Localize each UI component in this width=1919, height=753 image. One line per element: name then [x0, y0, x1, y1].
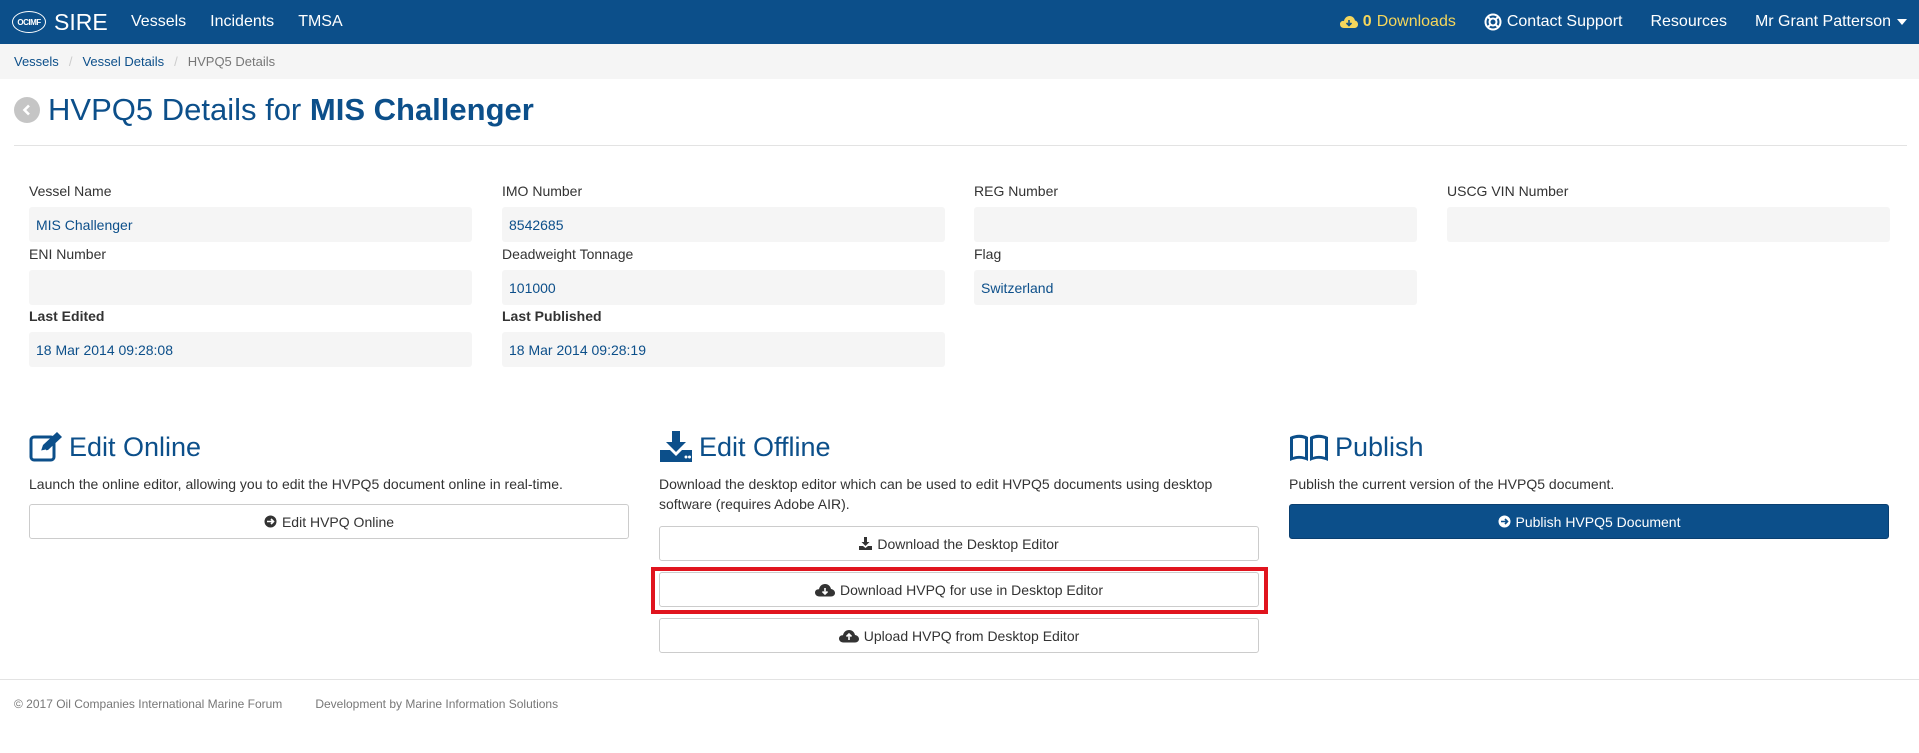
download-icon	[660, 431, 692, 462]
edit-offline-heading: Edit Offline	[659, 431, 831, 463]
nav-tmsa[interactable]: TMSA	[298, 13, 342, 31]
breadcrumb-separator: /	[68, 54, 73, 69]
edit-icon	[29, 432, 62, 462]
imo-number-value: 8542685	[502, 207, 945, 242]
contact-support-link[interactable]: Contact Support	[1484, 13, 1623, 31]
contact-support-label: Contact Support	[1506, 13, 1623, 30]
circle-arrow-right-icon	[264, 515, 277, 528]
caret-down-icon	[1897, 19, 1907, 25]
upload-hvpq-button[interactable]: Upload HVPQ from Desktop Editor	[659, 618, 1259, 653]
footer-copyright: © 2017 Oil Companies International Marin…	[14, 697, 283, 711]
footer: © 2017 Oil Companies International Marin…	[14, 697, 591, 711]
edit-online-heading: Edit Online	[29, 431, 201, 463]
publish-title: Publish	[1335, 431, 1424, 462]
breadcrumb: Vessels / Vessel Details / HVPQ5 Details	[0, 44, 1919, 79]
page-title-text: HVPQ5 Details for MIS Challenger	[48, 92, 534, 128]
book-icon	[1290, 434, 1328, 461]
vessel-name-label: Vessel Name	[29, 183, 112, 199]
title-prefix: HVPQ5 Details for	[48, 92, 302, 127]
edit-offline-desc-line2: software (requires Adobe AIR).	[659, 496, 850, 512]
edit-online-title: Edit Online	[69, 431, 202, 462]
brand-name: SIRE	[54, 8, 108, 35]
flag-value: Switzerland	[974, 270, 1417, 305]
back-arrow-icon[interactable]	[14, 97, 40, 123]
edit-offline-description: Download the desktop editor which can be…	[659, 474, 1212, 514]
download-desktop-editor-label: Download the Desktop Editor	[877, 535, 1059, 552]
publish-hvpq5-label: Publish HVPQ5 Document	[1515, 513, 1681, 530]
reg-number-value	[974, 207, 1417, 242]
cloud-upload-icon	[838, 629, 859, 642]
breadcrumb-vessels[interactable]: Vessels	[14, 54, 59, 69]
deadweight-value: 101000	[502, 270, 945, 305]
uscg-vin-value	[1447, 207, 1890, 242]
breadcrumb-current: HVPQ5 Details	[187, 54, 276, 69]
downloads-count: 0	[1362, 13, 1372, 30]
resources-label: Resources	[1650, 13, 1727, 30]
last-edited-label: Last Edited	[29, 308, 105, 324]
uscg-vin-label: USCG VIN Number	[1447, 183, 1569, 199]
breadcrumb-separator: /	[174, 54, 178, 69]
upload-hvpq-label: Upload HVPQ from Desktop Editor	[863, 627, 1080, 644]
eni-number-label: ENI Number	[29, 246, 107, 262]
nav-incidents[interactable]: Incidents	[210, 13, 274, 31]
life-ring-icon	[1484, 13, 1502, 31]
vessel-name-value: MIS Challenger	[29, 207, 472, 242]
nav-vessels[interactable]: Vessels	[131, 13, 186, 31]
downloads-label: Downloads	[1376, 13, 1456, 30]
flag-label: Flag	[974, 246, 1002, 262]
downloads-link[interactable]: 0 Downloads	[1339, 13, 1456, 31]
last-edited-value: 18 Mar 2014 09:28:08	[29, 332, 472, 367]
eni-number-value	[29, 270, 472, 305]
last-published-label: Last Published	[502, 308, 602, 324]
title-divider	[14, 145, 1907, 146]
download-desktop-editor-button[interactable]: Download the Desktop Editor	[659, 526, 1259, 561]
edit-hvpq-online-button[interactable]: Edit HVPQ Online	[29, 504, 629, 539]
page-title: HVPQ5 Details for MIS Challenger	[14, 92, 534, 128]
edit-hvpq-online-label: Edit HVPQ Online	[281, 513, 395, 530]
footer-divider	[0, 679, 1919, 680]
download-small-icon	[859, 537, 873, 550]
edit-online-description: Launch the online editor, allowing you t…	[29, 476, 563, 492]
publish-heading: Publish	[1289, 431, 1424, 463]
top-navbar: OCIMF SIRE Vessels Incidents TMSA 0 Down…	[0, 0, 1919, 44]
edit-offline-desc-line1: Download the desktop editor which can be…	[659, 476, 1213, 492]
deadweight-label: Deadweight Tonnage	[502, 246, 634, 262]
title-vessel-name: MIS Challenger	[309, 92, 534, 127]
last-published-value: 18 Mar 2014 09:28:19	[502, 332, 945, 367]
cloud-download-icon	[1339, 16, 1358, 28]
user-nav: 0 Downloads Contact Support Resources Mr…	[1312, 0, 1907, 44]
resources-link[interactable]: Resources	[1650, 13, 1726, 31]
user-menu[interactable]: Mr Grant Patterson	[1755, 13, 1907, 31]
brand[interactable]: OCIMF SIRE	[12, 0, 108, 44]
imo-number-label: IMO Number	[502, 183, 583, 199]
download-hvpq-label: Download HVPQ for use in Desktop Editor	[839, 581, 1103, 598]
breadcrumb-vessel-details[interactable]: Vessel Details	[82, 54, 164, 69]
download-hvpq-button[interactable]: Download HVPQ for use in Desktop Editor	[659, 572, 1259, 607]
publish-hvpq5-button[interactable]: Publish HVPQ5 Document	[1289, 504, 1889, 539]
user-name: Mr Grant Patterson	[1754, 13, 1891, 30]
cloud-download-icon	[814, 583, 835, 596]
main-nav: Vessels Incidents TMSA	[131, 0, 367, 44]
reg-number-label: REG Number	[974, 183, 1059, 199]
ocimf-logo: OCIMF	[12, 11, 46, 33]
footer-developer: Development by Marine Information Soluti…	[315, 697, 559, 711]
circle-arrow-right-icon	[1498, 515, 1511, 528]
edit-offline-title: Edit Offline	[699, 431, 831, 462]
publish-description: Publish the current version of the HVPQ5…	[1289, 476, 1615, 492]
